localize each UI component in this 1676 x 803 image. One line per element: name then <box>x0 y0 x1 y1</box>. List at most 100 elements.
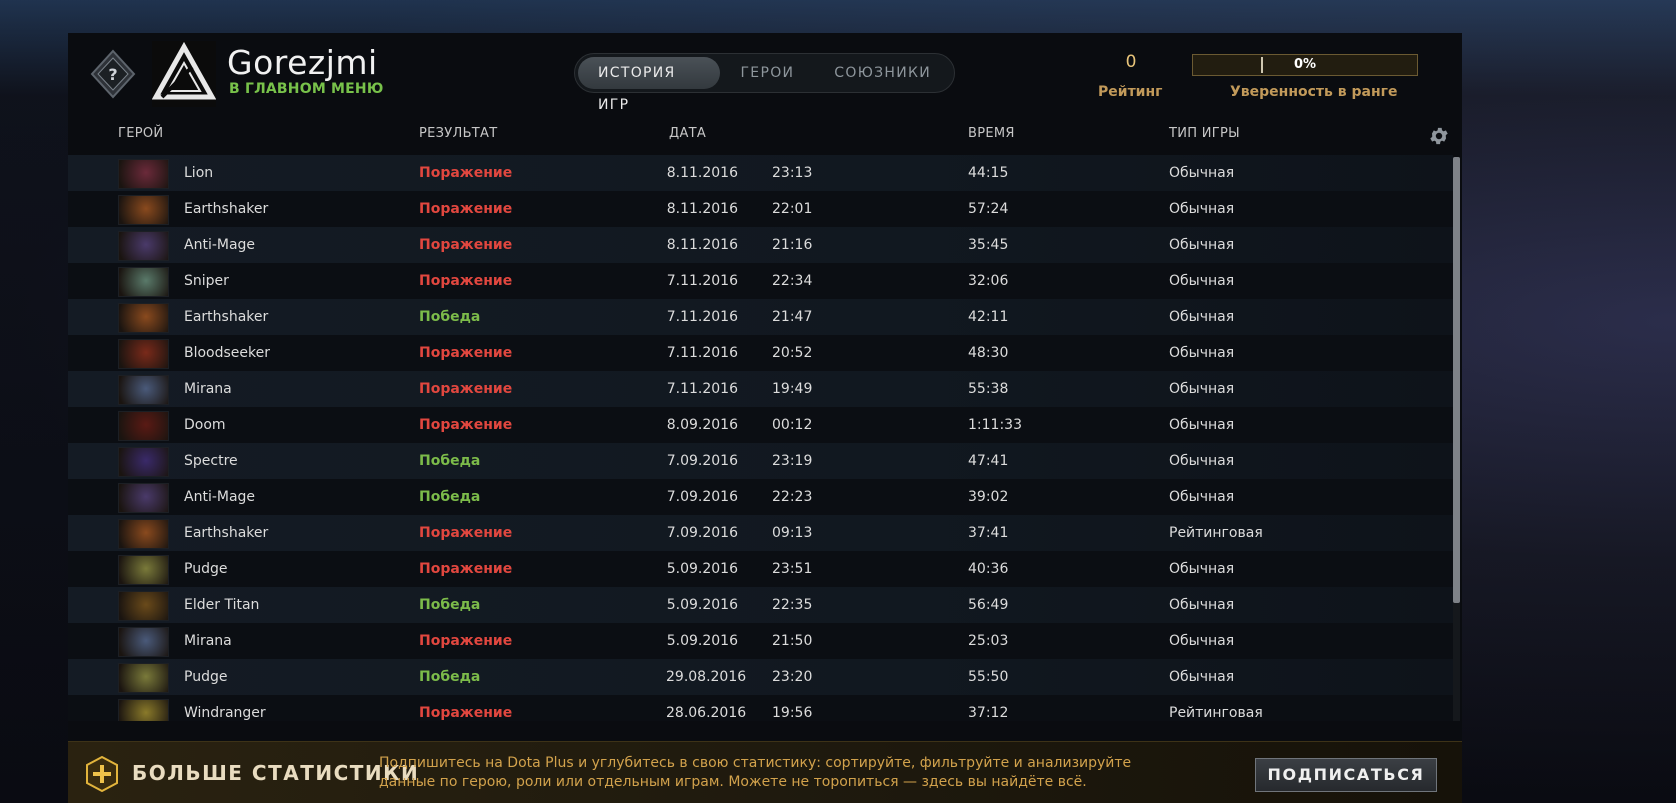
table-row[interactable]: Earthshaker Поражение 8.11.2016 22:01 57:24 О… <box>68 191 1453 227</box>
svg-text:?: ? <box>108 65 117 84</box>
match-start-time: 00:12 <box>772 417 813 433</box>
hero-portrait-icon <box>118 591 169 621</box>
match-duration: 37:12 <box>968 705 1009 721</box>
tab-allies[interactable]: СОЮЗНИКИ <box>814 57 951 89</box>
hero-portrait-icon <box>118 375 169 405</box>
player-status: В ГЛАВНОМ МЕНЮ <box>229 81 384 97</box>
match-duration: 55:50 <box>968 669 1009 685</box>
match-result: Поражение <box>419 345 513 361</box>
scrollbar-thumb[interactable] <box>1453 157 1460 603</box>
table-row[interactable]: Mirana Поражение 5.09.2016 21:50 25:03 Обычна… <box>68 623 1453 659</box>
hero-portrait-icon <box>118 663 169 693</box>
match-date: 8.11.2016 <box>666 237 738 253</box>
match-date: 7.11.2016 <box>666 309 738 325</box>
gear-icon[interactable] <box>1428 125 1450 147</box>
match-result: Поражение <box>419 237 513 253</box>
match-date: 8.11.2016 <box>666 201 738 217</box>
match-result: Поражение <box>419 417 513 433</box>
match-start-time: 21:16 <box>772 237 813 253</box>
column-header-hero[interactable]: ГЕРОЙ <box>118 126 163 141</box>
table-row[interactable]: Anti-Mage Поражение 8.11.2016 21:16 35:45 Обы… <box>68 227 1453 263</box>
table-row[interactable]: Sniper Поражение 7.11.2016 22:34 32:06 Обычна… <box>68 263 1453 299</box>
table-row[interactable]: Doom Поражение 8.09.2016 00:12 1:11:33 Обычна… <box>68 407 1453 443</box>
view-tabs: ИСТОРИЯ ИГР ГЕРОИ СОЮЗНИКИ <box>574 53 955 113</box>
hero-portrait-icon <box>118 699 169 721</box>
match-result: Победа <box>419 309 481 325</box>
game-type: Рейтинговая <box>1169 525 1263 541</box>
hero-name: Earthshaker <box>184 525 269 541</box>
match-date: 5.09.2016 <box>666 633 738 649</box>
table-row[interactable]: Pudge Победа 29.08.2016 23:20 55:50 Обычная <box>68 659 1453 695</box>
match-duration: 55:38 <box>968 381 1009 397</box>
match-start-time: 23:19 <box>772 453 813 469</box>
table-row[interactable]: Mirana Поражение 7.11.2016 19:49 55:38 Обычна… <box>68 371 1453 407</box>
match-duration: 48:30 <box>968 345 1009 361</box>
match-date: 7.09.2016 <box>666 525 738 541</box>
hero-name: Windranger <box>184 705 266 721</box>
hero-portrait-icon <box>118 447 169 477</box>
table-row[interactable]: Windranger Поражение 28.06.2016 19:56 37:12 Р… <box>68 695 1453 721</box>
hero-name: Lion <box>184 165 214 181</box>
column-header-result[interactable]: РЕЗУЛЬТАТ <box>419 126 497 141</box>
subscribe-button[interactable]: ПОДПИСАТЬСЯ <box>1255 758 1437 792</box>
table-row[interactable]: Bloodseeker Поражение 7.11.2016 20:52 48:30 О… <box>68 335 1453 371</box>
match-date: 5.09.2016 <box>666 561 738 577</box>
confidence-label: Уверенность в ранге <box>1230 84 1398 100</box>
column-header-date[interactable]: ДАТА <box>669 126 706 141</box>
dota-plus-promo: БОЛЬШЕ СТАТИСТИКИ Подпишитесь на Dota Pl… <box>68 741 1462 803</box>
hero-name: Earthshaker <box>184 309 269 325</box>
column-header-type[interactable]: ТИП ИГРЫ <box>1169 126 1240 141</box>
hero-portrait-icon <box>118 231 169 261</box>
table-row[interactable]: Earthshaker Победа 7.11.2016 21:47 42:11 Обыч… <box>68 299 1453 335</box>
tab-match-history[interactable]: ИСТОРИЯ ИГР <box>578 57 721 113</box>
game-type: Обычная <box>1169 417 1235 433</box>
hero-name: Mirana <box>184 381 232 397</box>
confidence-percent: 0% <box>1293 57 1317 72</box>
hero-portrait-icon <box>118 483 169 513</box>
table-row[interactable]: Earthshaker Поражение 7.09.2016 09:13 37:41 Р… <box>68 515 1453 551</box>
match-result: Поражение <box>419 273 513 289</box>
match-start-time: 22:01 <box>772 201 813 217</box>
match-result: Поражение <box>419 561 513 577</box>
rating-label: Рейтинг <box>1098 84 1163 100</box>
avatar[interactable] <box>151 41 217 107</box>
match-result: Поражение <box>419 633 513 649</box>
rank-medal-icon[interactable]: ? <box>88 49 138 99</box>
hero-portrait-icon <box>118 519 169 549</box>
dota-plus-icon <box>86 756 118 792</box>
rating-value: 0 <box>1125 52 1137 72</box>
promo-text: Подпишитесь на Dota Plus и углубитесь в … <box>379 755 1132 790</box>
column-header-duration[interactable]: ВРЕМЯ <box>968 126 1015 141</box>
match-duration: 37:41 <box>968 525 1009 541</box>
match-start-time: 23:20 <box>772 669 813 685</box>
table-row[interactable]: Spectre Победа 7.09.2016 23:19 47:41 Обычная <box>68 443 1453 479</box>
hero-name: Bloodseeker <box>184 345 271 361</box>
match-start-time: 20:52 <box>772 345 813 361</box>
match-result: Поражение <box>419 705 513 721</box>
match-date: 29.08.2016 <box>666 669 747 685</box>
game-type: Обычная <box>1169 561 1235 577</box>
hero-name: Elder Titan <box>184 597 260 613</box>
match-start-time: 22:23 <box>772 489 813 505</box>
match-result: Поражение <box>419 165 513 181</box>
hero-name: Mirana <box>184 633 232 649</box>
table-row[interactable]: Anti-Mage Победа 7.09.2016 22:23 39:02 Обычна… <box>68 479 1453 515</box>
hero-portrait-icon <box>118 627 169 657</box>
tab-heroes[interactable]: ГЕРОИ <box>720 57 814 89</box>
table-row[interactable]: Lion Поражение 8.11.2016 23:13 44:15 Обычная <box>68 155 1453 191</box>
match-result: Поражение <box>419 201 513 217</box>
match-start-time: 09:13 <box>772 525 813 541</box>
match-start-time: 19:49 <box>772 381 813 397</box>
game-type: Обычная <box>1169 237 1235 253</box>
hero-portrait-icon <box>118 303 169 333</box>
match-start-time: 21:47 <box>772 309 813 325</box>
hero-name: Earthshaker <box>184 201 269 217</box>
match-start-time: 22:35 <box>772 597 813 613</box>
hero-name: Anti-Mage <box>184 489 256 505</box>
match-result: Победа <box>419 453 481 469</box>
table-row[interactable]: Elder Titan Победа 5.09.2016 22:35 56:49 Обыч… <box>68 587 1453 623</box>
hero-portrait-icon <box>118 411 169 441</box>
table-row[interactable]: Pudge Поражение 5.09.2016 23:51 40:36 Обычная <box>68 551 1453 587</box>
match-date: 5.09.2016 <box>666 597 738 613</box>
promo-title: БОЛЬШЕ СТАТИСТИКИ <box>132 761 420 785</box>
